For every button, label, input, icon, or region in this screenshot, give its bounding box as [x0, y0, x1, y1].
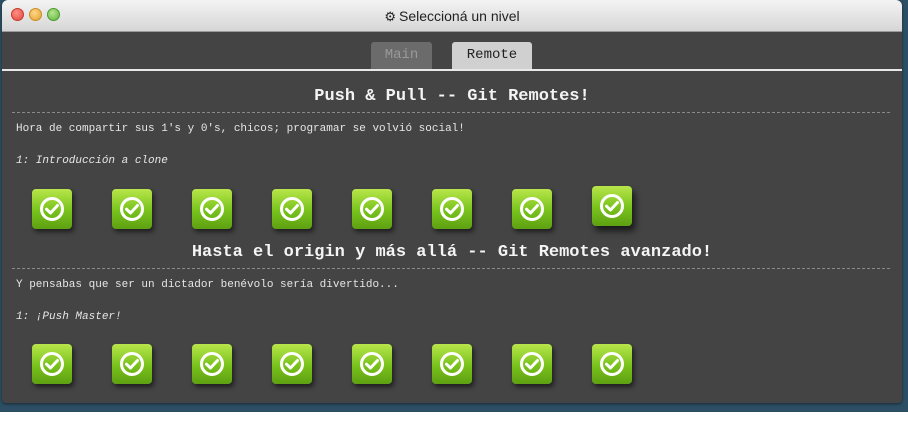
level-select-window: ⚙ Seleccioná un nivel Main Remote Push & …: [2, 0, 902, 403]
level-button[interactable]: [512, 344, 552, 384]
checkmark-icon: [599, 351, 625, 377]
level-button[interactable]: [112, 189, 152, 229]
checkmark-icon: [39, 196, 65, 222]
checkmark-icon: [279, 196, 305, 222]
checkmark-icon: [519, 351, 545, 377]
level-button[interactable]: [32, 344, 72, 384]
level-row: [32, 186, 672, 229]
tab-remote[interactable]: Remote: [452, 42, 532, 69]
checkmark-icon: [599, 193, 625, 219]
level-button[interactable]: [272, 189, 312, 229]
level-button[interactable]: [272, 344, 312, 384]
gear-icon: ⚙: [384, 9, 396, 24]
checkmark-icon: [199, 196, 225, 222]
level-row: [32, 344, 672, 384]
checkmark-icon: [519, 196, 545, 222]
level-button[interactable]: [32, 189, 72, 229]
level-button[interactable]: [432, 189, 472, 229]
section-description: Y pensabas que ser un dictador benévolo …: [16, 279, 399, 291]
level-button[interactable]: [592, 344, 632, 384]
section-description: Hora de compartir sus 1's y 0's, chicos;…: [16, 123, 465, 135]
checkmark-icon: [359, 351, 385, 377]
level-button[interactable]: [192, 189, 232, 229]
tab-main[interactable]: Main: [371, 42, 432, 69]
level-button[interactable]: [512, 189, 552, 229]
section-title: Push & Pull -- Git Remotes!: [314, 87, 590, 106]
section-subtitle: 1: ¡Push Master!: [16, 311, 122, 323]
window-title: ⚙ Seleccioná un nivel: [2, 8, 902, 25]
level-button[interactable]: [352, 344, 392, 384]
level-button[interactable]: [112, 344, 152, 384]
section-subtitle: 1: Introducción a clone: [16, 155, 168, 167]
level-button[interactable]: [352, 189, 392, 229]
checkmark-icon: [199, 351, 225, 377]
title-bar: ⚙ Seleccioná un nivel: [2, 0, 902, 32]
window-title-text: Seleccioná un nivel: [399, 8, 520, 24]
tab-bar: Main Remote: [2, 32, 902, 71]
section-divider: [12, 112, 890, 113]
checkmark-icon: [119, 196, 145, 222]
checkmark-icon: [439, 196, 465, 222]
checkmark-icon: [439, 351, 465, 377]
level-button[interactable]: [192, 344, 232, 384]
checkmark-icon: [359, 196, 385, 222]
checkmark-icon: [279, 351, 305, 377]
level-button[interactable]: [432, 344, 472, 384]
checkmark-icon: [39, 351, 65, 377]
level-button[interactable]: [592, 186, 632, 226]
section-divider: [12, 268, 890, 269]
section-title: Hasta el origin y más allá -- Git Remote…: [191, 243, 713, 262]
checkmark-icon: [119, 351, 145, 377]
